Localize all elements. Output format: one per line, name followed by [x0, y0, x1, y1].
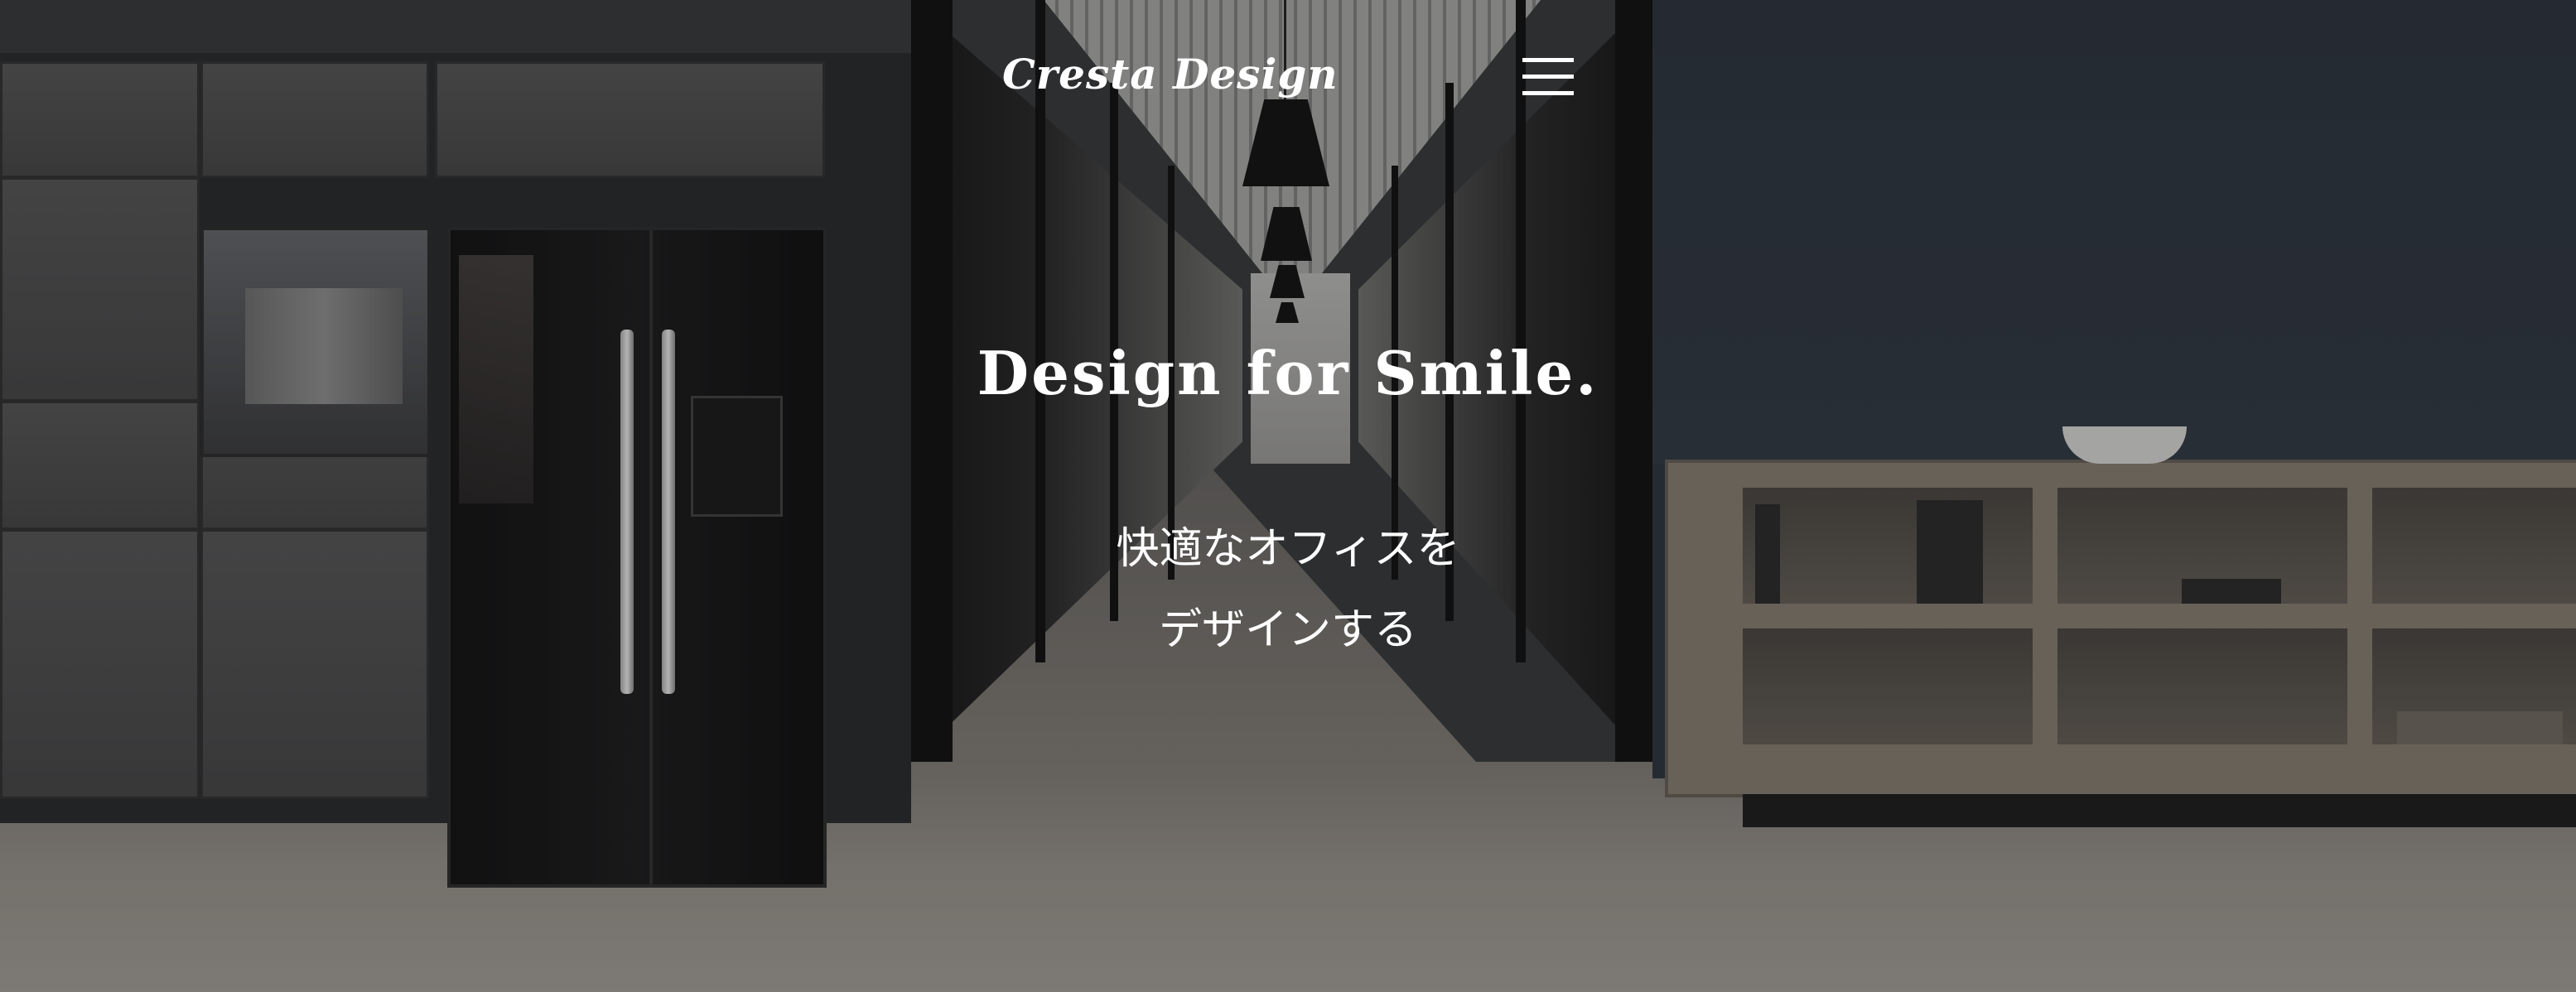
hero-subtext-line-2: デザインする [1158, 605, 1417, 655]
hamburger-menu-icon[interactable] [1522, 56, 1574, 98]
menu-line [1522, 75, 1574, 79]
site-logo[interactable]: Cresta Design [1002, 50, 1339, 99]
menu-line [1522, 58, 1574, 62]
menu-line [1522, 91, 1574, 95]
hero-section: Cresta Design Design for Smile. 快適なオフィスを… [0, 0, 2576, 992]
site-header: Cresta Design [0, 0, 2576, 157]
hero-subtext-line-1: 快適なオフィスを [1116, 524, 1460, 574]
hero-headline: Design for Smile. [977, 338, 1599, 408]
